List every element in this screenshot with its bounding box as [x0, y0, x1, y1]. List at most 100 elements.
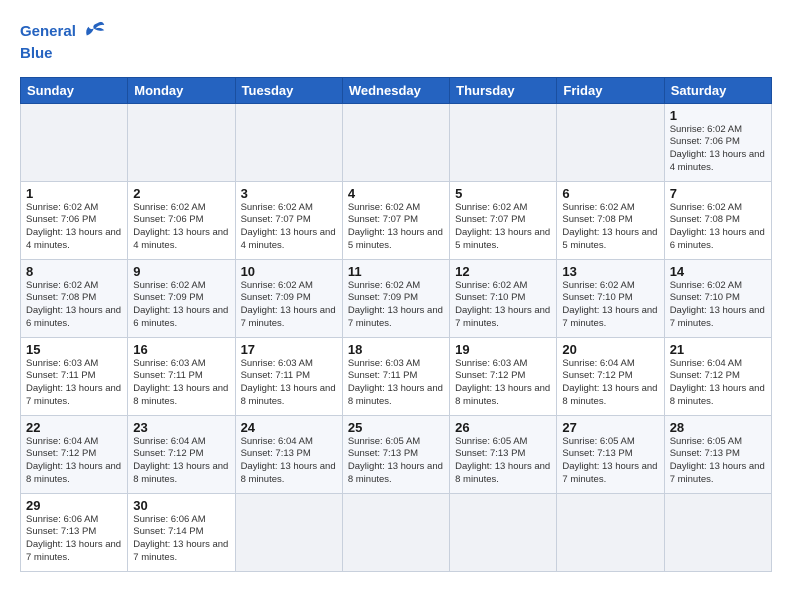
sunrise-label: Sunrise: 6:04 AM — [133, 436, 205, 447]
calendar-cell: 7 Sunrise: 6:02 AM Sunset: 7:08 PM Dayli… — [664, 181, 771, 259]
sunrise-label: Sunrise: 6:02 AM — [26, 280, 98, 291]
week-row-3: 15 Sunrise: 6:03 AM Sunset: 7:11 PM Dayl… — [21, 337, 772, 415]
calendar-cell: 12 Sunrise: 6:02 AM Sunset: 7:10 PM Dayl… — [450, 259, 557, 337]
calendar-cell: 29 Sunrise: 6:06 AM Sunset: 7:13 PM Dayl… — [21, 493, 128, 571]
sunset-label: Sunset: 7:06 PM — [670, 136, 740, 147]
daylight-label: Daylight: 13 hours and 8 minutes. — [133, 461, 228, 485]
day-info: Sunrise: 6:03 AM Sunset: 7:11 PM Dayligh… — [348, 358, 444, 409]
daylight-label: Daylight: 13 hours and 7 minutes. — [26, 383, 121, 407]
sunset-label: Sunset: 7:10 PM — [670, 292, 740, 303]
sunrise-label: Sunrise: 6:05 AM — [455, 436, 527, 447]
calendar-cell: 24 Sunrise: 6:04 AM Sunset: 7:13 PM Dayl… — [235, 415, 342, 493]
day-info: Sunrise: 6:03 AM Sunset: 7:11 PM Dayligh… — [241, 358, 337, 409]
day-number: 24 — [241, 420, 337, 435]
sunrise-label: Sunrise: 6:03 AM — [133, 358, 205, 369]
sunset-label: Sunset: 7:08 PM — [562, 214, 632, 225]
sunset-label: Sunset: 7:07 PM — [241, 214, 311, 225]
sunset-label: Sunset: 7:12 PM — [562, 370, 632, 381]
day-number: 25 — [348, 420, 444, 435]
day-number: 2 — [133, 186, 229, 201]
daylight-label: Daylight: 13 hours and 7 minutes. — [670, 461, 765, 485]
day-info: Sunrise: 6:02 AM Sunset: 7:10 PM Dayligh… — [455, 280, 551, 331]
logo-text: General — [20, 24, 76, 41]
calendar-cell — [128, 103, 235, 181]
sunset-label: Sunset: 7:13 PM — [241, 448, 311, 459]
calendar-cell: 27 Sunrise: 6:05 AM Sunset: 7:13 PM Dayl… — [557, 415, 664, 493]
daylight-label: Daylight: 13 hours and 5 minutes. — [348, 227, 443, 251]
daylight-label: Daylight: 13 hours and 5 minutes. — [455, 227, 550, 251]
day-number: 19 — [455, 342, 551, 357]
logo-general: General — [20, 23, 76, 40]
week-row-5: 29 Sunrise: 6:06 AM Sunset: 7:13 PM Dayl… — [21, 493, 772, 571]
calendar-cell — [557, 103, 664, 181]
sunset-label: Sunset: 7:11 PM — [348, 370, 418, 381]
sunset-label: Sunset: 7:13 PM — [562, 448, 632, 459]
sunrise-label: Sunrise: 6:06 AM — [26, 514, 98, 525]
week-row-4: 22 Sunrise: 6:04 AM Sunset: 7:12 PM Dayl… — [21, 415, 772, 493]
calendar-cell: 25 Sunrise: 6:05 AM Sunset: 7:13 PM Dayl… — [342, 415, 449, 493]
daylight-label: Daylight: 13 hours and 4 minutes. — [670, 149, 765, 173]
day-number: 11 — [348, 264, 444, 279]
day-info: Sunrise: 6:02 AM Sunset: 7:10 PM Dayligh… — [562, 280, 658, 331]
day-number: 27 — [562, 420, 658, 435]
day-number: 21 — [670, 342, 766, 357]
day-info: Sunrise: 6:03 AM Sunset: 7:12 PM Dayligh… — [455, 358, 551, 409]
calendar-cell: 16 Sunrise: 6:03 AM Sunset: 7:11 PM Dayl… — [128, 337, 235, 415]
day-info: Sunrise: 6:02 AM Sunset: 7:08 PM Dayligh… — [562, 202, 658, 253]
sunset-label: Sunset: 7:07 PM — [455, 214, 525, 225]
day-number: 23 — [133, 420, 229, 435]
daylight-label: Daylight: 13 hours and 8 minutes. — [26, 461, 121, 485]
daylight-label: Daylight: 13 hours and 7 minutes. — [241, 305, 336, 329]
daylight-label: Daylight: 13 hours and 8 minutes. — [670, 383, 765, 407]
calendar-cell: 3 Sunrise: 6:02 AM Sunset: 7:07 PM Dayli… — [235, 181, 342, 259]
dow-header-sunday: Sunday — [21, 77, 128, 103]
calendar-cell: 2 Sunrise: 6:02 AM Sunset: 7:06 PM Dayli… — [128, 181, 235, 259]
daylight-label: Daylight: 13 hours and 7 minutes. — [455, 305, 550, 329]
calendar-cell: 30 Sunrise: 6:06 AM Sunset: 7:14 PM Dayl… — [128, 493, 235, 571]
day-info: Sunrise: 6:05 AM Sunset: 7:13 PM Dayligh… — [562, 436, 658, 487]
day-number: 3 — [241, 186, 337, 201]
sunset-label: Sunset: 7:10 PM — [455, 292, 525, 303]
calendar-cell: 11 Sunrise: 6:02 AM Sunset: 7:09 PM Dayl… — [342, 259, 449, 337]
dow-header-wednesday: Wednesday — [342, 77, 449, 103]
sunset-label: Sunset: 7:14 PM — [133, 526, 203, 537]
day-number: 9 — [133, 264, 229, 279]
sunrise-label: Sunrise: 6:05 AM — [562, 436, 634, 447]
calendar-cell: 13 Sunrise: 6:02 AM Sunset: 7:10 PM Dayl… — [557, 259, 664, 337]
day-info: Sunrise: 6:02 AM Sunset: 7:07 PM Dayligh… — [455, 202, 551, 253]
day-number: 1 — [670, 108, 766, 123]
day-number: 29 — [26, 498, 122, 513]
sunset-label: Sunset: 7:06 PM — [26, 214, 96, 225]
daylight-label: Daylight: 13 hours and 6 minutes. — [670, 227, 765, 251]
day-number: 15 — [26, 342, 122, 357]
day-number: 22 — [26, 420, 122, 435]
sunrise-label: Sunrise: 6:06 AM — [133, 514, 205, 525]
day-info: Sunrise: 6:02 AM Sunset: 7:09 PM Dayligh… — [348, 280, 444, 331]
sunrise-label: Sunrise: 6:02 AM — [455, 280, 527, 291]
day-info: Sunrise: 6:04 AM Sunset: 7:13 PM Dayligh… — [241, 436, 337, 487]
daylight-label: Daylight: 13 hours and 6 minutes. — [133, 305, 228, 329]
sunrise-label: Sunrise: 6:03 AM — [348, 358, 420, 369]
day-number: 18 — [348, 342, 444, 357]
day-info: Sunrise: 6:02 AM Sunset: 7:06 PM Dayligh… — [133, 202, 229, 253]
calendar-cell: 9 Sunrise: 6:02 AM Sunset: 7:09 PM Dayli… — [128, 259, 235, 337]
week-row-1: 1 Sunrise: 6:02 AM Sunset: 7:06 PM Dayli… — [21, 181, 772, 259]
sunrise-label: Sunrise: 6:02 AM — [133, 202, 205, 213]
day-info: Sunrise: 6:02 AM Sunset: 7:07 PM Dayligh… — [348, 202, 444, 253]
day-info: Sunrise: 6:02 AM Sunset: 7:10 PM Dayligh… — [670, 280, 766, 331]
sunrise-label: Sunrise: 6:02 AM — [133, 280, 205, 291]
daylight-label: Daylight: 13 hours and 7 minutes. — [562, 305, 657, 329]
sunrise-label: Sunrise: 6:02 AM — [348, 202, 420, 213]
daylight-label: Daylight: 13 hours and 4 minutes. — [26, 227, 121, 251]
sunrise-label: Sunrise: 6:02 AM — [670, 280, 742, 291]
logo-blue: Blue — [20, 46, 106, 63]
day-info: Sunrise: 6:06 AM Sunset: 7:13 PM Dayligh… — [26, 514, 122, 565]
day-info: Sunrise: 6:02 AM Sunset: 7:09 PM Dayligh… — [133, 280, 229, 331]
sunrise-label: Sunrise: 6:02 AM — [241, 280, 313, 291]
calendar-cell — [450, 103, 557, 181]
sunset-label: Sunset: 7:07 PM — [348, 214, 418, 225]
daylight-label: Daylight: 13 hours and 4 minutes. — [133, 227, 228, 251]
sunset-label: Sunset: 7:11 PM — [241, 370, 311, 381]
calendar-cell: 28 Sunrise: 6:05 AM Sunset: 7:13 PM Dayl… — [664, 415, 771, 493]
day-info: Sunrise: 6:02 AM Sunset: 7:08 PM Dayligh… — [670, 202, 766, 253]
